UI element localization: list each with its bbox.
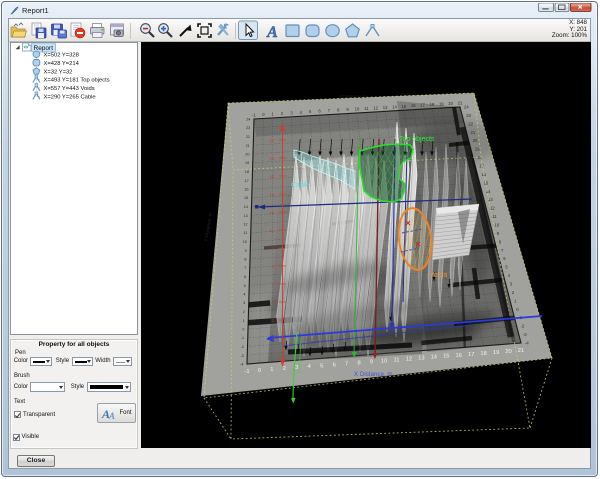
svg-text:11: 11 <box>243 231 247 235</box>
svg-text:-2: -2 <box>241 345 244 349</box>
svg-text:24: 24 <box>246 118 250 122</box>
svg-text:0: 0 <box>258 368 261 374</box>
svg-text:-3: -3 <box>523 332 527 337</box>
svg-text:-4: -4 <box>240 363 243 367</box>
svg-text:22: 22 <box>468 121 473 126</box>
svg-text:0: 0 <box>242 328 244 332</box>
svg-text:14: 14 <box>431 355 438 361</box>
svg-text:7: 7 <box>345 361 348 367</box>
svg-text:X=428 Y=214: X=428 Y=214 <box>44 61 80 67</box>
svg-text:14: 14 <box>244 205 248 209</box>
svg-text:X Distance, m: X Distance, m <box>339 94 367 99</box>
svg-text:19: 19 <box>439 102 444 107</box>
svg-text:10: 10 <box>270 246 275 251</box>
svg-text:22: 22 <box>270 138 275 143</box>
svg-text:X=493 Y=181 Top objects: X=493 Y=181 Top objects <box>44 78 110 84</box>
svg-text:13: 13 <box>383 105 388 110</box>
svg-text:5: 5 <box>320 363 323 369</box>
svg-text:16: 16 <box>270 192 275 197</box>
svg-text:18: 18 <box>430 102 435 107</box>
svg-text:10: 10 <box>495 223 500 228</box>
svg-text:4: 4 <box>243 293 245 297</box>
svg-text:17: 17 <box>479 164 484 169</box>
svg-text:20: 20 <box>245 153 249 157</box>
svg-text:19: 19 <box>475 147 480 152</box>
svg-text:13: 13 <box>244 214 248 218</box>
svg-text:3: 3 <box>295 365 298 371</box>
svg-text:20: 20 <box>448 101 453 106</box>
svg-text:10: 10 <box>355 107 360 112</box>
svg-text:7: 7 <box>244 266 246 270</box>
svg-text:8: 8 <box>244 258 246 262</box>
svg-text:6: 6 <box>244 275 246 279</box>
svg-text:15: 15 <box>401 104 406 109</box>
svg-text:20: 20 <box>505 349 511 355</box>
svg-text:X=557 Y=443 Voids: X=557 Y=443 Voids <box>44 86 95 92</box>
svg-text:20: 20 <box>270 156 275 161</box>
svg-text:17: 17 <box>245 179 249 183</box>
svg-text:Voids: Voids <box>429 270 448 279</box>
svg-text:23: 23 <box>246 126 250 130</box>
svg-text:24: 24 <box>464 105 469 110</box>
svg-text:X=502 Y=328: X=502 Y=328 <box>44 53 79 59</box>
svg-text:12: 12 <box>490 206 495 211</box>
svg-text:18: 18 <box>480 351 486 357</box>
svg-text:20: 20 <box>473 138 478 143</box>
svg-text:-1: -1 <box>252 113 256 118</box>
svg-text:21: 21 <box>458 101 463 106</box>
svg-text:Cable: Cable <box>291 182 309 189</box>
svg-text:15: 15 <box>484 180 489 185</box>
svg-text:2: 2 <box>283 366 286 372</box>
svg-text:A: A <box>266 24 278 41</box>
svg-text:3: 3 <box>243 301 245 305</box>
svg-text:-1: -1 <box>241 336 244 340</box>
svg-text:21: 21 <box>246 144 250 148</box>
svg-text:X=32 Y=32: X=32 Y=32 <box>44 69 73 75</box>
svg-text:14: 14 <box>486 189 491 194</box>
svg-text:9: 9 <box>370 360 373 366</box>
svg-text:19: 19 <box>245 161 249 165</box>
svg-text:15: 15 <box>244 196 248 200</box>
svg-text:11: 11 <box>364 106 369 111</box>
svg-text:Top objects: Top objects <box>399 136 435 143</box>
svg-text:10: 10 <box>243 240 247 244</box>
svg-text:12: 12 <box>270 228 275 233</box>
svg-text:X=290 Y=265 Cable: X=290 Y=265 Cable <box>44 95 96 101</box>
svg-text:11: 11 <box>492 214 497 219</box>
svg-text:18: 18 <box>245 170 249 174</box>
svg-text:16: 16 <box>455 353 461 359</box>
svg-text:5: 5 <box>244 284 246 288</box>
svg-text:X Distance, m: X Distance, m <box>354 371 393 378</box>
svg-text:21: 21 <box>518 348 524 354</box>
svg-text:23: 23 <box>466 113 471 118</box>
svg-text:13: 13 <box>418 356 424 362</box>
svg-text:14: 14 <box>392 104 397 109</box>
svg-text:1: 1 <box>270 367 273 373</box>
svg-text:18: 18 <box>270 174 275 179</box>
svg-text:1: 1 <box>243 319 245 323</box>
svg-text:15: 15 <box>443 354 449 360</box>
svg-text:12: 12 <box>373 105 378 110</box>
svg-text:12: 12 <box>406 357 412 363</box>
svg-text:22: 22 <box>246 135 250 139</box>
svg-text:12: 12 <box>243 223 247 227</box>
svg-text:10: 10 <box>381 359 387 365</box>
svg-text:-1: -1 <box>244 369 249 375</box>
svg-text:11: 11 <box>393 358 399 364</box>
svg-text:-2: -2 <box>521 324 525 329</box>
svg-text:14: 14 <box>270 210 275 215</box>
svg-text:A: A <box>107 411 114 421</box>
svg-text:2: 2 <box>243 310 245 314</box>
svg-text:17: 17 <box>420 103 425 108</box>
svg-text:9: 9 <box>245 249 247 253</box>
svg-text:17: 17 <box>468 352 474 358</box>
svg-text:6: 6 <box>333 362 336 368</box>
svg-text:16: 16 <box>244 188 248 192</box>
svg-text:8: 8 <box>357 360 360 366</box>
svg-text:-3: -3 <box>240 354 243 358</box>
svg-text:16: 16 <box>411 103 416 108</box>
svg-text:19: 19 <box>493 350 499 356</box>
svg-text:21: 21 <box>471 130 476 135</box>
